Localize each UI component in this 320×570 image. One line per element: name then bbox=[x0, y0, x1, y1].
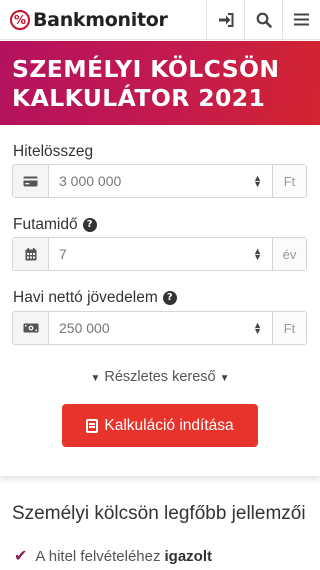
help-icon[interactable]: ? bbox=[82, 218, 97, 232]
sign-in-icon bbox=[218, 12, 233, 27]
logo-text: Bankmonitor bbox=[33, 8, 168, 31]
income-unit: Ft bbox=[272, 312, 306, 344]
help-icon[interactable]: ? bbox=[162, 291, 177, 305]
top-navbar: % Bankmonitor bbox=[0, 0, 320, 40]
amount-unit: Ft bbox=[272, 165, 306, 197]
calculator-form: Hitelösszeg 3 000 000 ▲▼ Ft Futamidő ? bbox=[0, 125, 320, 477]
calculator-icon bbox=[86, 418, 99, 433]
income-select[interactable]: 250 000 ▲ ▼ bbox=[49, 312, 272, 344]
amount-field[interactable]: 3 000 000 ▲ ▼ Ft bbox=[12, 164, 307, 198]
logo[interactable]: % Bankmonitor bbox=[0, 0, 206, 40]
term-label: Futamidő ? bbox=[13, 216, 97, 234]
amount-select[interactable]: 3 000 000 ▲ ▼ bbox=[49, 165, 272, 197]
hero-title-line2: KALKULÁTOR 2021 bbox=[12, 84, 266, 112]
search-icon bbox=[256, 12, 272, 28]
hero-banner: SZEMÉLYI KÖLCSÖN KALKULÁTOR 2021 bbox=[0, 41, 320, 125]
income-label: Havi nettó jövedelem ? bbox=[13, 289, 177, 307]
amount-prefix bbox=[13, 165, 49, 197]
details-search-link[interactable]: ▼ Részletes kereső ▼ bbox=[0, 369, 320, 385]
income-prefix bbox=[13, 312, 49, 344]
menu-button[interactable] bbox=[282, 0, 320, 40]
term-field[interactable]: 7 ▲ ▼ év bbox=[12, 237, 307, 271]
select-arrows-icon: ▲ ▼ bbox=[253, 173, 262, 189]
feature-item-bold: igazolt bbox=[164, 547, 213, 565]
amount-value: 3 000 000 bbox=[59, 173, 122, 189]
search-button[interactable] bbox=[244, 0, 282, 40]
feature-item: ✔ A hitel felvételéhez igazolt bbox=[14, 546, 212, 566]
logo-mark-icon: % bbox=[10, 9, 30, 30]
term-unit: év bbox=[272, 238, 306, 270]
select-arrows-icon: ▲ ▼ bbox=[253, 246, 262, 262]
caret-down-icon: ▼ bbox=[219, 373, 230, 384]
check-icon: ✔ bbox=[14, 548, 28, 565]
hero-title-line1: SZEMÉLYI KÖLCSÖN bbox=[12, 55, 280, 83]
amount-label: Hitelösszeg bbox=[13, 143, 93, 161]
income-value: 250 000 bbox=[59, 320, 110, 336]
term-value: 7 bbox=[59, 246, 67, 262]
amount-label-text: Hitelösszeg bbox=[13, 143, 94, 160]
details-search-label: Részletes kereső bbox=[104, 369, 216, 385]
term-prefix bbox=[13, 238, 49, 270]
start-calculation-button[interactable]: Kalkuláció indítása bbox=[62, 404, 258, 447]
term-select[interactable]: 7 ▲ ▼ bbox=[49, 238, 272, 270]
select-arrows-icon: ▲ ▼ bbox=[253, 320, 262, 336]
feature-item-text: A hitel felvételéhez bbox=[35, 547, 161, 565]
income-field[interactable]: 250 000 ▲ ▼ Ft bbox=[12, 311, 307, 345]
start-calculation-label: Kalkuláció indítása bbox=[104, 416, 234, 434]
calendar-icon bbox=[25, 247, 36, 260]
money-icon bbox=[23, 323, 38, 333]
login-button[interactable] bbox=[206, 0, 244, 40]
caret-down-icon: ▼ bbox=[90, 373, 101, 384]
credit-card-icon bbox=[23, 176, 38, 186]
menu-icon bbox=[294, 13, 309, 26]
features-title: Személyi kölcsön legfőbb jellemzői bbox=[12, 503, 306, 524]
term-label-text: Futamidő bbox=[13, 216, 78, 233]
income-label-text: Havi nettó jövedelem bbox=[13, 289, 158, 306]
